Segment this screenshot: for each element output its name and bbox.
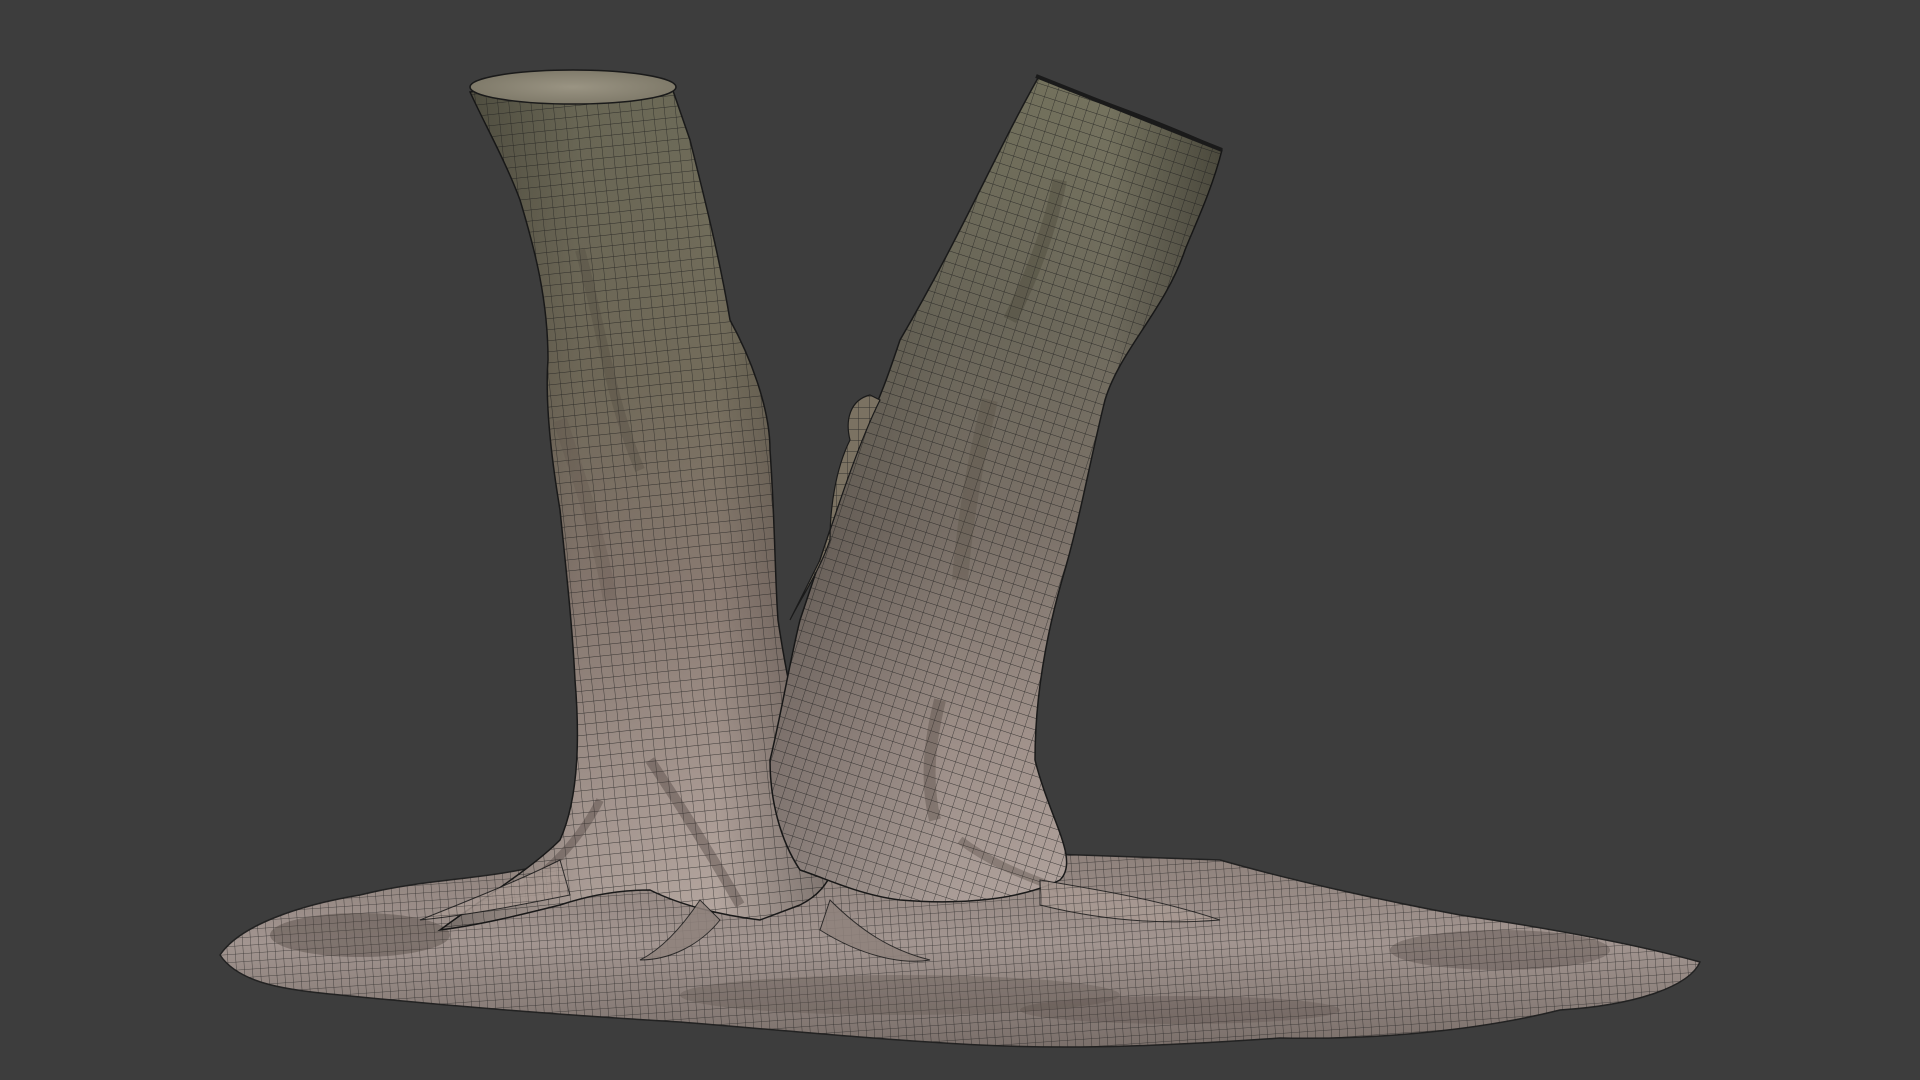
3d-viewport[interactable] bbox=[0, 0, 1920, 1080]
tree-stump-mesh[interactable] bbox=[0, 0, 1920, 1080]
left-trunk-cut-surface bbox=[469, 69, 677, 105]
